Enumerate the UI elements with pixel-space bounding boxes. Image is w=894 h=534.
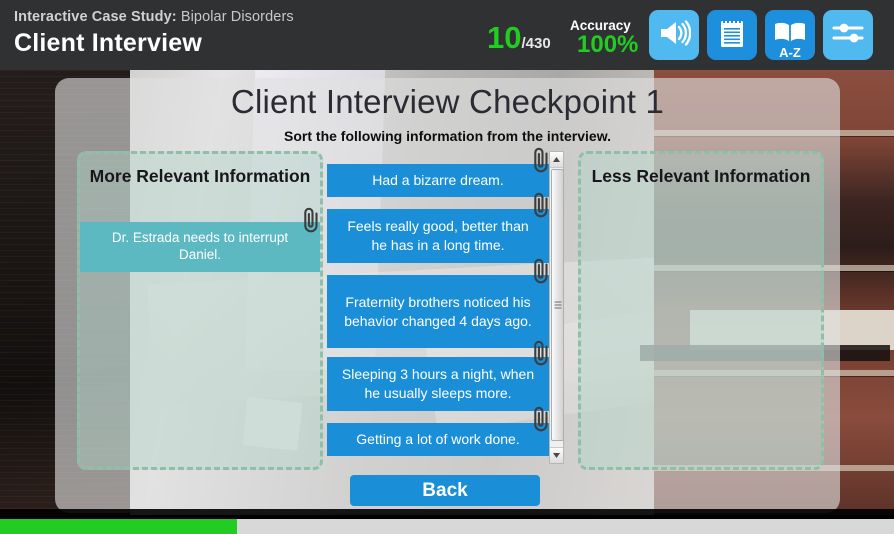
sorted-card-more-relevant[interactable]: Dr. Estrada needs to interrupt Daniel. [80,207,320,272]
accuracy-value: 100% [577,31,639,58]
score-display: 10/430 [487,22,551,53]
scrollbar-thumb[interactable] [551,169,564,441]
draggable-card[interactable]: Sleeping 3 hours a night, when he usuall… [327,340,549,411]
drop-zone-more-relevant[interactable]: More Relevant Information Dr. Estrada ne… [77,151,323,470]
content-panel: Client Interview Checkpoint 1 Sort the f… [55,78,840,513]
card-text: Feels really good, better than he has in… [347,218,529,253]
card-text: Had a bizarre dream. [372,172,504,189]
draggable-card[interactable]: Had a bizarre dream. [327,147,549,197]
draggable-card[interactable]: Getting a lot of work done. [327,406,549,456]
drop-zone-less-relevant[interactable]: Less Relevant Information [578,151,824,470]
glossary-book-icon: A-Z [772,20,808,60]
paperclip-icon [301,205,323,242]
card-list-scrollbar[interactable] [549,151,564,464]
glossary-az-label: A-Z [779,44,801,60]
scroll-up-arrow-icon[interactable] [550,152,563,168]
settings-sliders-icon [831,20,865,51]
speaker-icon [657,19,692,52]
audio-button[interactable] [649,10,699,60]
progress-bar-track [0,519,894,534]
case-study-topic: Bipolar Disorders [180,9,294,25]
draggable-card[interactable]: Fraternity brothers noticed his behavior… [327,258,549,348]
card-list: Had a bizarre dream. Feels really good, … [327,147,549,464]
application-root: Interactive Case Study: Bipolar Disorder… [0,0,894,534]
card-text: Sleeping 3 hours a night, when he usuall… [341,366,535,401]
checkpoint-title: Client Interview Checkpoint 1 [230,83,665,120]
glossary-button[interactable]: A-Z [765,10,815,60]
card-text: Fraternity brothers noticed his behavior… [344,293,532,329]
card-text: Getting a lot of work done. [356,431,520,448]
drop-zone-title: Less Relevant Information [591,166,811,186]
instruction-text: Sort the following information from the … [284,128,611,144]
bottom-shadow-strip [0,509,894,519]
header-toolbar: A-Z [649,10,873,60]
drop-zone-title: More Relevant Information [89,166,311,186]
scroll-down-arrow-icon[interactable] [550,447,563,463]
back-button[interactable]: Back [350,475,540,506]
settings-button[interactable] [823,10,873,60]
notepad-icon [718,17,746,54]
draggable-card[interactable]: Feels really good, better than he has in… [327,192,549,263]
notebook-button[interactable] [707,10,757,60]
back-button-label: Back [422,479,468,501]
score-value: 10 [487,20,522,55]
top-header-bar: Interactive Case Study: Bipolar Disorder… [0,0,894,70]
case-study-eyebrow: Interactive Case Study: Bipolar Disorder… [14,9,294,25]
progress-bar-fill [0,519,237,534]
page-title: Client Interview [14,29,202,57]
case-study-label: Interactive Case Study: [14,9,177,25]
sorted-card-text: Dr. Estrada needs to interrupt Daniel. [111,230,289,262]
score-denominator: /430 [521,35,551,52]
scrollbar-grip-icon [554,301,561,309]
